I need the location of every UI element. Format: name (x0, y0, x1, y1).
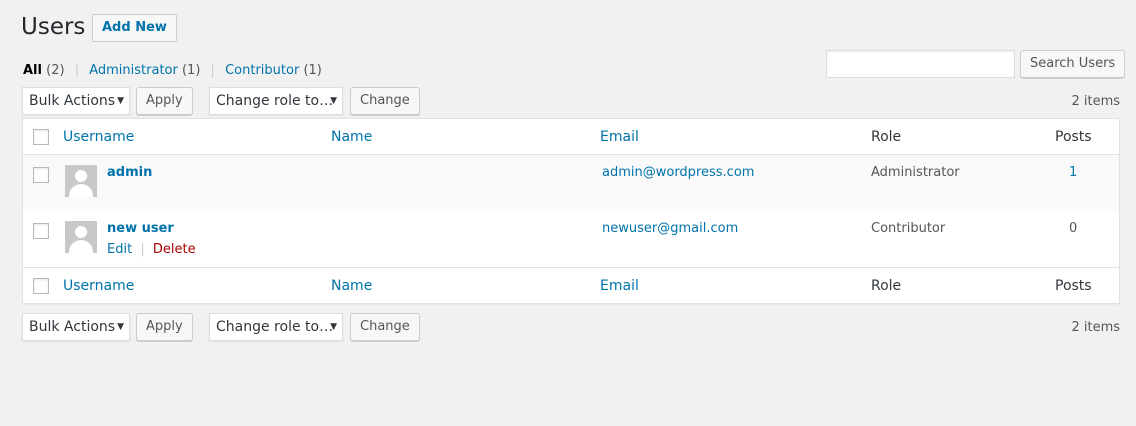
search-users-button[interactable]: Search Users (1020, 50, 1126, 78)
select-all-checkbox[interactable] (33, 278, 49, 294)
table-footer: Username Name Email Role Posts (23, 267, 1119, 303)
edit-user-link[interactable]: Edit (107, 242, 132, 257)
filter-contributor[interactable]: Contributor (225, 63, 299, 78)
user-email-link[interactable]: newuser@gmail.com (602, 221, 738, 237)
filter-separator: | (210, 63, 215, 78)
change-role-select-bottom[interactable]: Change role to… ▼ (209, 313, 343, 341)
filter-all-count: (2) (46, 63, 65, 78)
users-table: Username Name Email Role Posts admin adm… (22, 118, 1120, 304)
change-button-top[interactable]: Change (350, 87, 420, 115)
apply-button-bottom[interactable]: Apply (136, 313, 193, 341)
default-avatar-icon (65, 165, 97, 197)
column-role: Role (871, 129, 902, 145)
row-checkbox[interactable] (33, 223, 49, 239)
bulk-actions-select-top[interactable]: Bulk Actions ▼ (22, 87, 130, 115)
bulk-actions-value: Bulk Actions (29, 319, 116, 335)
filter-contributor-count: (1) (303, 63, 322, 78)
username-link[interactable]: new user (107, 221, 174, 237)
user-posts: 0 (1069, 221, 1078, 236)
select-all-checkbox[interactable] (33, 129, 49, 145)
user-role-filters: All (2) | Administrator (1) | Contributo… (23, 63, 322, 79)
user-email-link[interactable]: admin@wordpress.com (602, 165, 754, 181)
user-role: Contributor (871, 221, 946, 236)
table-row: new user Edit | Delete newuser@gmail.com… (23, 211, 1119, 267)
column-posts: Posts (1055, 278, 1092, 294)
filter-administrator-count: (1) (181, 63, 201, 78)
page-title: Users (21, 14, 86, 40)
column-name[interactable]: Name (331, 277, 372, 295)
column-username[interactable]: Username (63, 128, 134, 146)
dropdown-caret-icon: ▼ (117, 96, 124, 106)
bulk-actions-value: Bulk Actions (29, 93, 116, 109)
apply-button-top[interactable]: Apply (136, 87, 193, 115)
default-avatar-icon (65, 221, 97, 253)
column-name[interactable]: Name (331, 128, 372, 146)
dropdown-caret-icon: ▼ (330, 96, 337, 106)
items-count-bottom: 2 items (1071, 320, 1120, 335)
change-role-value: Change role to… (216, 319, 334, 335)
change-button-bottom[interactable]: Change (350, 313, 420, 341)
change-role-select-top[interactable]: Change role to… ▼ (209, 87, 343, 115)
user-role: Administrator (871, 165, 960, 180)
action-separator: | (140, 242, 145, 257)
change-role-value: Change role to… (216, 93, 334, 109)
delete-user-link[interactable]: Delete (153, 242, 196, 257)
dropdown-caret-icon: ▼ (117, 322, 124, 332)
table-row: admin admin@wordpress.com Administrator … (23, 155, 1119, 211)
search-users-input[interactable] (826, 50, 1015, 78)
user-posts-link[interactable]: 1 (1069, 165, 1077, 181)
row-checkbox[interactable] (33, 167, 49, 183)
column-role: Role (871, 278, 902, 294)
row-actions: Edit | Delete (107, 242, 196, 258)
column-username[interactable]: Username (63, 277, 134, 295)
column-email[interactable]: Email (600, 128, 639, 146)
bulk-actions-select-bottom[interactable]: Bulk Actions ▼ (22, 313, 130, 341)
column-email[interactable]: Email (600, 277, 639, 295)
table-header: Username Name Email Role Posts (23, 119, 1119, 155)
username-link[interactable]: admin (107, 165, 152, 181)
filter-administrator[interactable]: Administrator (89, 63, 178, 78)
items-count-top: 2 items (1071, 94, 1120, 109)
dropdown-caret-icon: ▼ (330, 322, 337, 332)
column-posts: Posts (1055, 129, 1092, 145)
filter-all[interactable]: All (23, 63, 42, 78)
add-new-button[interactable]: Add New (92, 14, 177, 42)
filter-separator: | (74, 63, 80, 78)
